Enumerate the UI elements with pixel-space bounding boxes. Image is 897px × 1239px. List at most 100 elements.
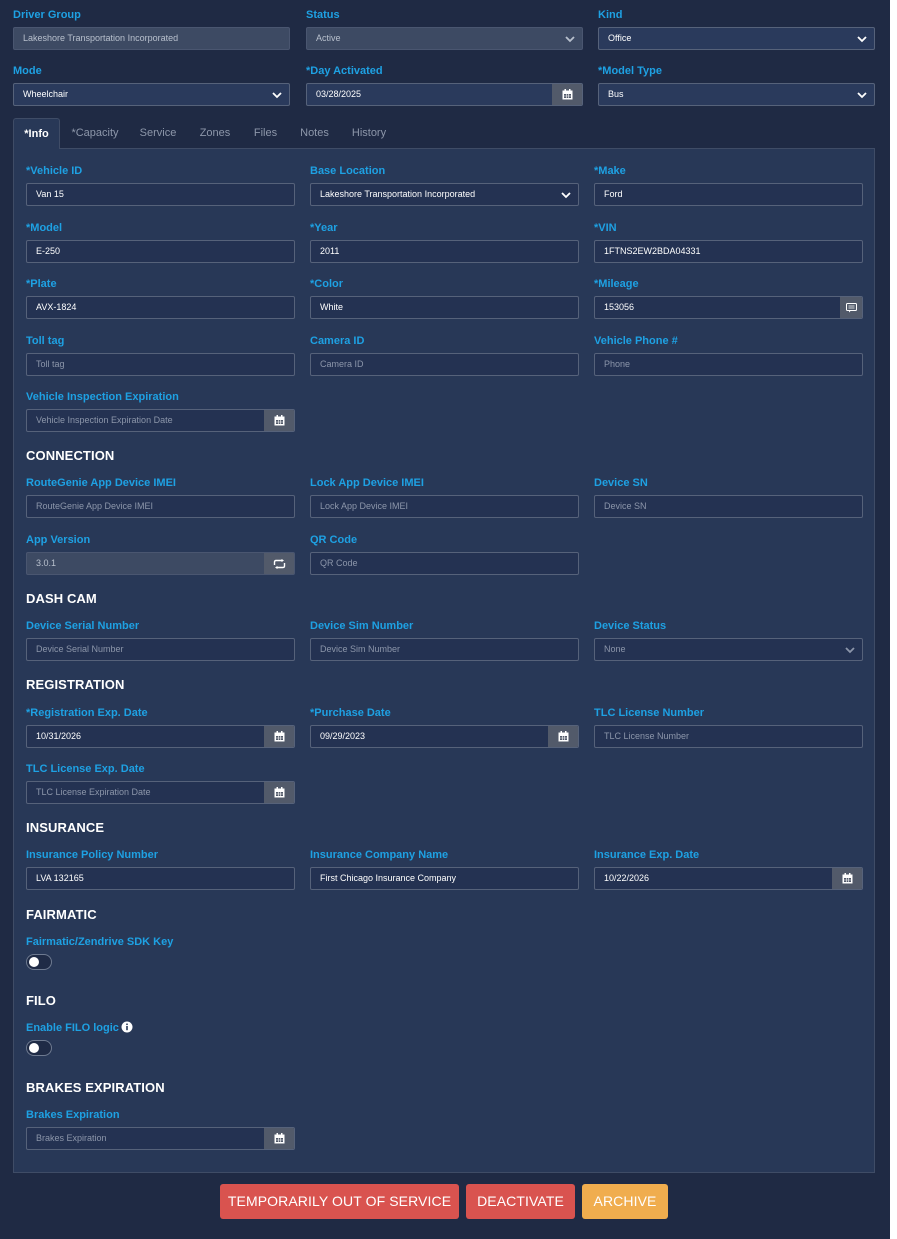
app-version-value: 3.0.1 — [36, 558, 57, 568]
calendar-icon[interactable] — [548, 726, 578, 747]
vehicle-id-input[interactable]: Van 15 — [26, 183, 295, 206]
insurance-policy-label: Insurance Policy Number — [26, 849, 159, 861]
mode-value: Wheelchair — [23, 89, 69, 99]
kind-select[interactable]: Office — [598, 27, 875, 50]
info-icon[interactable] — [121, 1021, 133, 1036]
inspection-label: Vehicle Inspection Expiration — [26, 391, 179, 403]
chevron-down-icon — [856, 89, 868, 101]
inspection-placeholder: Vehicle Inspection Expiration Date — [36, 415, 173, 425]
vehicle-id-label: *Vehicle ID — [26, 165, 83, 177]
model-input[interactable]: E-250 — [26, 240, 295, 263]
vin-input[interactable]: 1FTNS2EW2BDA04331 — [594, 240, 863, 263]
mode-label: Mode — [13, 65, 42, 77]
camera-id-input[interactable]: Camera ID — [310, 353, 579, 376]
dashcam-heading: DASH CAM — [26, 591, 97, 606]
registration-exp-input[interactable]: 10/31/2026 — [26, 725, 295, 748]
year-label: *Year — [310, 222, 338, 234]
toll-tag-input[interactable]: Toll tag — [26, 353, 295, 376]
tab-service[interactable]: Service — [134, 118, 182, 149]
device-status-value: None — [604, 644, 626, 654]
tab-info[interactable]: *Info — [13, 118, 60, 149]
device-sim-label: Device Sim Number — [310, 620, 414, 632]
lock-app-imei-label: Lock App Device IMEI — [310, 477, 424, 489]
vehicle-phone-label: Vehicle Phone # — [594, 335, 678, 347]
status-select: Active — [306, 27, 583, 50]
model-type-label: *Model Type — [598, 65, 662, 77]
archive-button[interactable]: ARCHIVE — [582, 1184, 668, 1219]
calendar-icon[interactable] — [264, 1128, 294, 1149]
out-of-service-button[interactable]: TEMPORARILY OUT OF SERVICE — [220, 1184, 459, 1219]
registration-exp-label: *Registration Exp. Date — [26, 707, 148, 719]
base-location-value: Lakeshore Transportation Incorporated — [320, 189, 476, 199]
year-input[interactable]: 2011 — [310, 240, 579, 263]
tab-capacity[interactable]: *Capacity — [66, 118, 124, 149]
page-edge — [890, 0, 897, 1239]
tab-notes[interactable]: Notes — [294, 118, 335, 149]
status-label: Status — [306, 9, 340, 21]
insurance-company-label: Insurance Company Name — [310, 849, 449, 861]
lock-app-imei-input[interactable]: Lock App Device IMEI — [310, 495, 579, 518]
base-location-select[interactable]: Lakeshore Transportation Incorporated — [310, 183, 579, 206]
tab-zones[interactable]: Zones — [194, 118, 236, 149]
tlc-exp-input[interactable]: TLC License Expiration Date — [26, 781, 295, 804]
color-label: *Color — [310, 278, 343, 290]
calendar-icon[interactable] — [264, 782, 294, 803]
device-serial-input[interactable]: Device Serial Number — [26, 638, 295, 661]
insurance-heading: INSURANCE — [26, 820, 105, 835]
mileage-input[interactable]: 153056 — [594, 296, 863, 319]
tab-files[interactable]: Files — [248, 118, 283, 149]
device-sn-label: Device SN — [594, 477, 648, 489]
vehicle-phone-input[interactable]: Phone — [594, 353, 863, 376]
connection-heading: CONNECTION — [26, 448, 115, 463]
fairmatic-sdk-toggle[interactable] — [26, 954, 52, 970]
calendar-icon[interactable] — [832, 868, 862, 889]
inspection-date-input[interactable]: Vehicle Inspection Expiration Date — [26, 409, 295, 432]
insurance-company-input[interactable]: First Chicago Insurance Company — [310, 867, 579, 890]
tlc-number-input[interactable]: TLC License Number — [594, 725, 863, 748]
driver-group-label: Driver Group — [13, 9, 81, 21]
chevron-down-icon — [564, 33, 576, 45]
toggle-knob — [29, 957, 39, 967]
mode-select[interactable]: Wheelchair — [13, 83, 290, 106]
color-input[interactable]: White — [310, 296, 579, 319]
routegenie-imei-input[interactable]: RouteGenie App Device IMEI — [26, 495, 295, 518]
app-version-label: App Version — [26, 534, 91, 546]
qr-code-input[interactable]: QR Code — [310, 552, 579, 575]
calendar-icon[interactable] — [552, 84, 582, 105]
calendar-icon[interactable] — [264, 726, 294, 747]
purchase-date-value: 09/29/2023 — [320, 731, 366, 741]
plate-input[interactable]: AVX-1824 — [26, 296, 295, 319]
deactivate-button[interactable]: DEACTIVATE — [466, 1184, 575, 1219]
message-icon[interactable] — [840, 297, 862, 318]
purchase-date-input[interactable]: 09/29/2023 — [310, 725, 579, 748]
kind-value: Office — [608, 33, 632, 43]
tab-history[interactable]: History — [346, 118, 392, 149]
base-location-label: Base Location — [310, 165, 386, 177]
routegenie-imei-label: RouteGenie App Device IMEI — [26, 477, 176, 489]
refresh-icon[interactable] — [264, 553, 294, 574]
make-input[interactable]: Ford — [594, 183, 863, 206]
brakes-expiration-label: Brakes Expiration — [26, 1109, 120, 1121]
plate-label: *Plate — [26, 278, 57, 290]
brakes-expiration-placeholder: Brakes Expiration — [36, 1133, 107, 1143]
model-type-select[interactable]: Bus — [598, 83, 875, 106]
model-label: *Model — [26, 222, 63, 234]
model-type-value: Bus — [608, 89, 624, 99]
qr-code-label: QR Code — [310, 534, 358, 546]
device-sim-input[interactable]: Device Sim Number — [310, 638, 579, 661]
insurance-exp-input[interactable]: 10/22/2026 — [594, 867, 863, 890]
brakes-expiration-input[interactable]: Brakes Expiration — [26, 1127, 295, 1150]
device-sn-input[interactable]: Device SN — [594, 495, 863, 518]
device-status-select[interactable]: None — [594, 638, 863, 661]
tlc-number-label: TLC License Number — [594, 707, 705, 719]
purchase-date-label: *Purchase Date — [310, 707, 391, 719]
mileage-value: 153056 — [604, 302, 635, 312]
driver-group-field: Lakeshore Transportation Incorporated — [13, 27, 290, 50]
insurance-exp-value: 10/22/2026 — [604, 873, 650, 883]
day-activated-input[interactable]: 03/28/2025 — [306, 83, 583, 106]
kind-label: Kind — [598, 9, 623, 21]
calendar-icon[interactable] — [264, 410, 294, 431]
chevron-down-icon — [844, 644, 856, 656]
insurance-policy-input[interactable]: LVA 132165 — [26, 867, 295, 890]
filo-enable-toggle[interactable] — [26, 1040, 52, 1056]
